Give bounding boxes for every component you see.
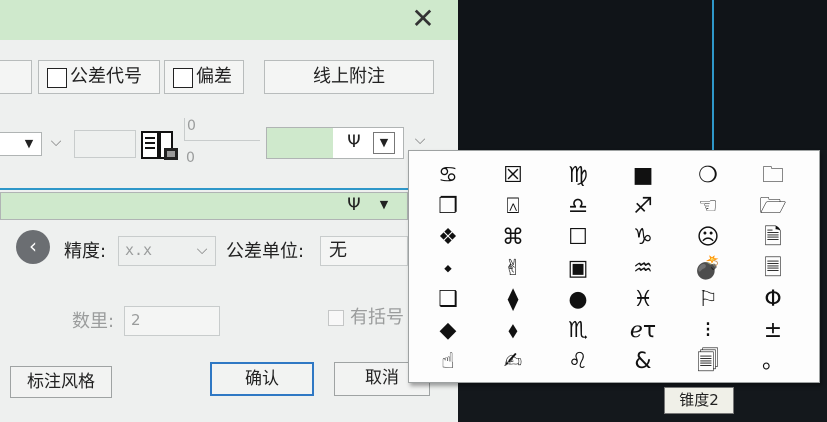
symbol-cell[interactable]: ♍ <box>549 161 607 191</box>
bracket-checkbox[interactable] <box>328 310 344 326</box>
quantity-label: 数里: <box>72 311 115 332</box>
symbol-cell[interactable]: ■ <box>614 161 672 191</box>
symbol-cell[interactable]: 🗏 <box>744 254 802 284</box>
symbol-cell[interactable]: ◆ <box>419 316 477 346</box>
symbol-cell[interactable]: ♎ <box>549 192 607 222</box>
bracket-label: 有括号 <box>350 307 404 328</box>
confirm-button[interactable]: 确认 <box>210 362 314 396</box>
symbol-field <box>267 128 333 158</box>
symbol-cell[interactable]: & <box>614 347 672 377</box>
symbol-cell[interactable]: 💣 <box>679 254 737 284</box>
dimension-dialog: ✕ 公差代号 偏差 线上附注 ▼ ⌵ 0 0 Ψ ▼ ⌵ Ψ ▼ ‹ 精度: x… <box>0 0 458 422</box>
symbol-cell[interactable]: ♋ <box>419 161 477 191</box>
chevron-down-icon[interactable]: ⌵ <box>44 134 68 156</box>
symbol-cell[interactable]: ♌ <box>549 347 607 377</box>
deviation-label: 偏差 <box>196 66 232 87</box>
symbol-cell[interactable]: ♒ <box>614 254 672 284</box>
symbol-grid: ♋ ☒ ♍ ■ ❍ 🗀 ❐ ⍓ ♎ ♐ ☜ 🗁 ❖ ⌘ ☐ ♑ ☹ 🗎 ⬩ ✌ ▣ ♒ 💣 🗏 ❑ ⧫ ● ♓ ⚐ Φ ◆ ⬧ ♏ ℯτ ⁝ ± ☝ ✍ ♌… <box>419 161 811 381</box>
above-line-note-field[interactable]: 线上附注 <box>264 60 434 94</box>
above-line-note-label: 线上附注 <box>313 66 385 87</box>
symbol-cell[interactable]: 🗀 <box>744 161 802 191</box>
background-canvas <box>458 0 827 150</box>
symbol-cell[interactable]: ⧫ <box>484 285 542 315</box>
tolerance-unit-label: 公差单位: <box>226 241 305 262</box>
deviation-checkbox[interactable]: 偏差 <box>164 60 244 94</box>
symbol-cell[interactable]: ⬧ <box>484 316 542 346</box>
symbol-cell[interactable]: ❖ <box>419 223 477 253</box>
quantity-input[interactable]: 2 <box>124 306 220 336</box>
symbol-cell[interactable]: ♏ <box>549 316 607 346</box>
psi-symbol: Ψ <box>347 195 361 215</box>
symbol-cell[interactable]: ❍ <box>679 161 737 191</box>
symbol-cell[interactable]: ⁝ <box>679 316 737 346</box>
symbol-picker-panel: ♋ ☒ ♍ ■ ❍ 🗀 ❐ ⍓ ♎ ♐ ☜ 🗁 ❖ ⌘ ☐ ♑ ☹ 🗎 ⬩ ✌ ▣ ♒ 💣 🗏 ❑ ⧫ ● ♓ ⚐ Φ ◆ ⬧ ♏ ℯτ ⁝ ± ☝ ✍ ♌… <box>408 150 820 383</box>
symbol-cell[interactable]: ✍ <box>484 347 542 377</box>
tolerance-code-label: 公差代号 <box>70 66 142 87</box>
symbol-cell[interactable]: ♑ <box>614 223 672 253</box>
tolerance-code-checkbox-box[interactable] <box>47 67 67 88</box>
symbol-cell[interactable]: ♓ <box>614 285 672 315</box>
close-button[interactable]: ✕ <box>404 2 442 36</box>
chevron-down-icon[interactable]: ⌵ <box>191 242 213 258</box>
tooltip: 锥度2 <box>664 387 734 414</box>
symbol-cell[interactable]: ▣ <box>549 254 607 284</box>
symbol-cell[interactable]: ⌘ <box>484 223 542 253</box>
tolerance-unit-value: 无 <box>329 240 347 261</box>
deviation-checkbox-box[interactable] <box>173 67 193 88</box>
style-button[interactable]: 标注风格 <box>10 366 112 398</box>
symbol-cell[interactable]: Φ <box>744 285 802 315</box>
symbol-cell[interactable]: ☒ <box>484 161 542 191</box>
divider <box>184 140 260 141</box>
symbol-cell[interactable]: ☹ <box>679 223 737 253</box>
dropdown-arrow-icon[interactable]: ▼ <box>373 195 395 217</box>
symbol-cell[interactable]: ☐ <box>549 223 607 253</box>
symbol-cell[interactable]: ✌ <box>484 254 542 284</box>
precision-label: 精度: <box>64 241 107 262</box>
symbol-cell[interactable]: ❐ <box>419 192 477 222</box>
psi-symbol: Ψ <box>347 132 361 152</box>
tolerance-unit-select[interactable]: 无 <box>320 236 408 266</box>
symbol-input-row[interactable]: Ψ ▼ <box>0 192 408 220</box>
symbol-cell[interactable]: ℯτ <box>614 316 672 346</box>
symbol-cell[interactable]: ● <box>549 285 607 315</box>
symbol-cell[interactable]: ☝ <box>419 347 477 377</box>
symbol-cell[interactable]: ⍓ <box>484 192 542 222</box>
precision-value: x.x <box>125 241 153 259</box>
upper-deviation-value[interactable]: 0 <box>184 118 264 140</box>
symbol-cell[interactable]: ♐ <box>614 192 672 222</box>
symbol-cell[interactable]: ☜ <box>679 192 737 222</box>
empty-field[interactable] <box>74 130 136 158</box>
symbol-cell[interactable]: 🗐 <box>679 347 737 377</box>
symbol-cell[interactable]: ⬩ <box>419 254 477 284</box>
lower-deviation-value[interactable]: 0 <box>184 150 264 172</box>
leading-dropdown[interactable]: ▼ <box>0 132 42 156</box>
dimension-library-icon[interactable] <box>140 128 182 166</box>
tolerance-code-checkbox[interactable]: 公差代号 <box>38 60 160 94</box>
back-arrow-icon[interactable]: ‹ <box>16 230 50 264</box>
left-clipped-field <box>0 60 32 94</box>
quantity-value: 2 <box>131 311 141 329</box>
symbol-cell[interactable]: 🗁 <box>744 192 802 222</box>
dropdown-arrow-icon[interactable]: ▼ <box>19 134 39 154</box>
symbol-cell[interactable]: 。 <box>744 347 802 377</box>
symbol-cell[interactable]: ❑ <box>419 285 477 315</box>
dropdown-arrow-icon[interactable]: ▼ <box>373 132 395 154</box>
section-divider <box>0 188 408 190</box>
symbol-cell[interactable]: ⚐ <box>679 285 737 315</box>
precision-select[interactable]: x.x ⌵ <box>118 236 216 266</box>
canvas-guide-line <box>712 0 714 150</box>
symbol-cell[interactable]: ± <box>744 316 802 346</box>
title-bar <box>0 0 458 40</box>
symbol-dropdown[interactable]: Ψ ▼ <box>266 127 404 159</box>
symbol-cell[interactable]: 🗎 <box>744 223 802 253</box>
